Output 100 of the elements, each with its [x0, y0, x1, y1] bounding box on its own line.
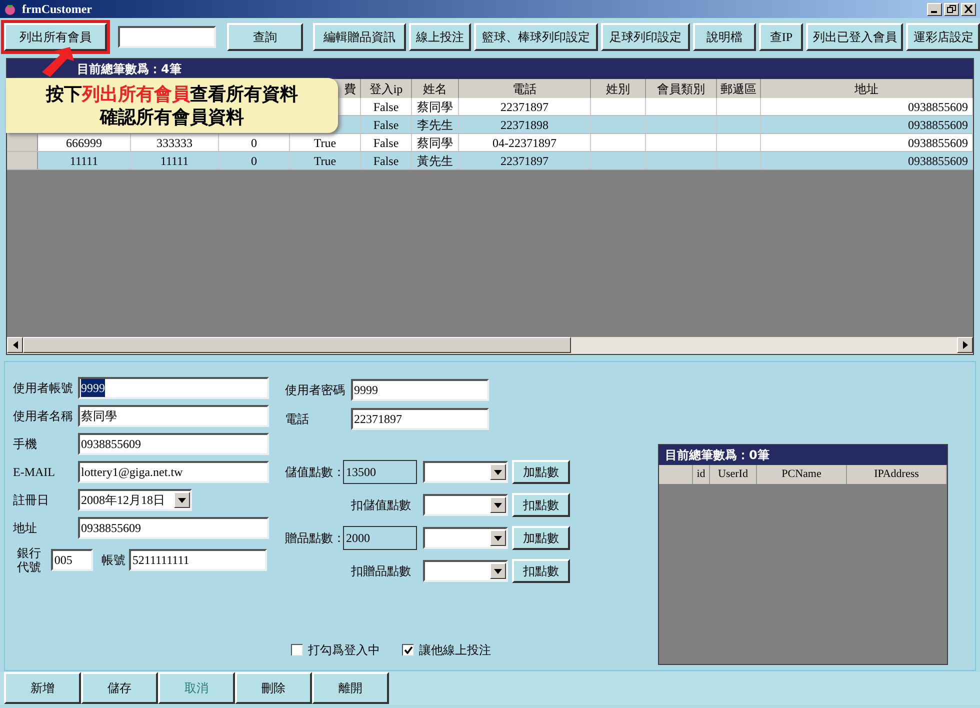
footer-button[interactable]: 離開: [312, 672, 389, 704]
column-header[interactable]: IPAddress: [874, 466, 919, 483]
scroll-left-icon[interactable]: [7, 337, 23, 353]
field-label: 帳號: [101, 552, 126, 569]
field-label: 手機: [13, 436, 38, 453]
input-field[interactable]: 005: [51, 549, 94, 571]
date-value: 2008年12月18日: [81, 492, 165, 509]
input-field[interactable]: 5211111111: [129, 549, 268, 571]
points-value: 2000: [343, 526, 417, 550]
table-cell-text: True: [314, 134, 336, 152]
table-cell-text: 黃先生: [417, 152, 453, 170]
table-cell-text: False: [373, 152, 399, 170]
points-dropdown[interactable]: [423, 527, 508, 549]
table-cell-text: 11111: [70, 152, 98, 170]
table-cell-text: 04-22371897: [492, 134, 556, 152]
field-label: 銀行代號: [17, 546, 42, 574]
input-field[interactable]: 22371897: [351, 408, 489, 430]
field-label: E-MAIL: [13, 464, 56, 481]
add-points-button[interactable]: 加點數: [512, 526, 570, 550]
points-dropdown[interactable]: [423, 560, 508, 582]
pointer-arrow-icon: [40, 47, 74, 77]
points-dropdown[interactable]: [423, 494, 508, 516]
footer-button[interactable]: 儲存: [81, 672, 158, 704]
column-header[interactable]: 地址: [854, 80, 878, 98]
table-cell-text: False: [373, 134, 399, 152]
column-header[interactable]: 會員類別: [657, 80, 705, 98]
field-label: 使用者名稱: [13, 408, 74, 425]
restore-icon[interactable]: [944, 2, 959, 16]
input-field[interactable]: 蔡同學: [78, 405, 269, 427]
toolbar-button[interactable]: 運彩店設定: [906, 23, 980, 51]
date-picker[interactable]: 2008年12月18日: [78, 489, 192, 511]
table-cell-text: 蔡同學: [417, 98, 453, 116]
column-header[interactable]: id: [696, 466, 706, 483]
input-field[interactable]: 0938855609: [78, 433, 269, 455]
table-cell-text: 蔡同學: [417, 134, 453, 152]
column-header[interactable]: 登入ip: [369, 80, 403, 98]
input-field[interactable]: lottery1@giga.net.tw: [78, 461, 269, 483]
toolbar-button[interactable]: 足球列印設定: [601, 23, 690, 51]
toolbar-button[interactable]: 線上投注: [409, 23, 471, 51]
column-header[interactable]: 電話: [512, 80, 536, 98]
table-cell-text: 李先生: [417, 116, 453, 134]
toolbar-button[interactable]: 籃球、棒球列印設定: [474, 23, 598, 51]
window-title: frmCustomer: [22, 1, 92, 18]
callout-text: 按下列出所有會員查看所有資料: [46, 82, 298, 106]
callout-text: 確認所有會員資料: [100, 106, 244, 128]
table-cell-text: 0: [251, 134, 257, 152]
scroll-right-icon[interactable]: [957, 337, 973, 353]
toolbar-button[interactable]: 編輯贈品資訊: [312, 23, 406, 51]
field-label: 註冊日: [13, 492, 50, 509]
toolbar-button[interactable]: 列出所有會員: [4, 23, 108, 51]
table-cell-text: True: [314, 152, 336, 170]
footer-button[interactable]: 新增: [4, 672, 81, 704]
points-value: 13500: [343, 460, 417, 484]
input-field[interactable]: 9999: [351, 379, 489, 401]
field-label: 扣贈品點數: [350, 563, 412, 580]
table-cell-text: False: [373, 116, 399, 134]
points-dropdown[interactable]: [423, 461, 508, 483]
column-header[interactable]: 郵遞區: [720, 80, 756, 98]
table-cell-text: 22371897: [500, 98, 548, 116]
table-cell-text: 0938855609: [908, 98, 968, 116]
minimize-icon[interactable]: [927, 2, 942, 16]
table-cell-text: 666999: [66, 134, 102, 152]
field-label: 電話: [285, 411, 310, 428]
table-cell-text: 11111: [160, 152, 189, 170]
horizontal-scrollbar[interactable]: [7, 337, 973, 354]
column-header[interactable]: 姓名: [423, 80, 447, 98]
field-label: 扣儲值點數: [350, 497, 412, 514]
column-header[interactable]: 費: [344, 80, 360, 98]
grid-title: 目前總筆數爲：4筆: [77, 61, 182, 78]
table-cell-text: 0938855609: [908, 134, 968, 152]
column-header[interactable]: PCName: [782, 466, 822, 483]
checkbox-label: 打勾爲登入中: [308, 642, 380, 659]
table-cell-text: 0938855609: [908, 152, 968, 170]
search-field[interactable]: [118, 26, 216, 48]
close-icon[interactable]: [961, 2, 976, 16]
column-header[interactable]: 姓別: [606, 80, 630, 98]
input-field[interactable]: 9999: [78, 377, 269, 399]
field-label: 贈品點數：: [285, 530, 343, 547]
toolbar-button[interactable]: 查IP: [759, 23, 804, 51]
field-label: 使用者帳號: [13, 380, 74, 397]
column-header[interactable]: UserId: [718, 466, 748, 483]
deduct-points-button[interactable]: 扣點數: [512, 493, 570, 517]
field-label: 儲值點數：: [285, 464, 343, 481]
checkbox-label: 讓他線上投注: [419, 642, 491, 659]
add-points-button[interactable]: 加點數: [512, 460, 570, 484]
table-cell-text: 0: [251, 152, 257, 170]
checkbox[interactable]: [291, 644, 303, 656]
toolbar-button[interactable]: 查詢: [227, 23, 303, 51]
input-field[interactable]: 0938855609: [78, 517, 269, 539]
table-cell-text: False: [373, 98, 399, 116]
toolbar-button[interactable]: 說明檔: [692, 23, 756, 51]
field-label: 使用者密碼: [285, 382, 346, 399]
deduct-points-button[interactable]: 扣點數: [512, 559, 570, 583]
table-cell-text: 22371897: [500, 152, 548, 170]
field-label: 地址: [13, 520, 38, 537]
table-cell-text: 22371898: [500, 116, 548, 134]
toolbar-button[interactable]: 列出已登入會員: [806, 23, 904, 51]
scroll-thumb[interactable]: [23, 337, 571, 353]
checkbox[interactable]: [402, 644, 414, 656]
footer-button[interactable]: 刪除: [235, 672, 312, 704]
